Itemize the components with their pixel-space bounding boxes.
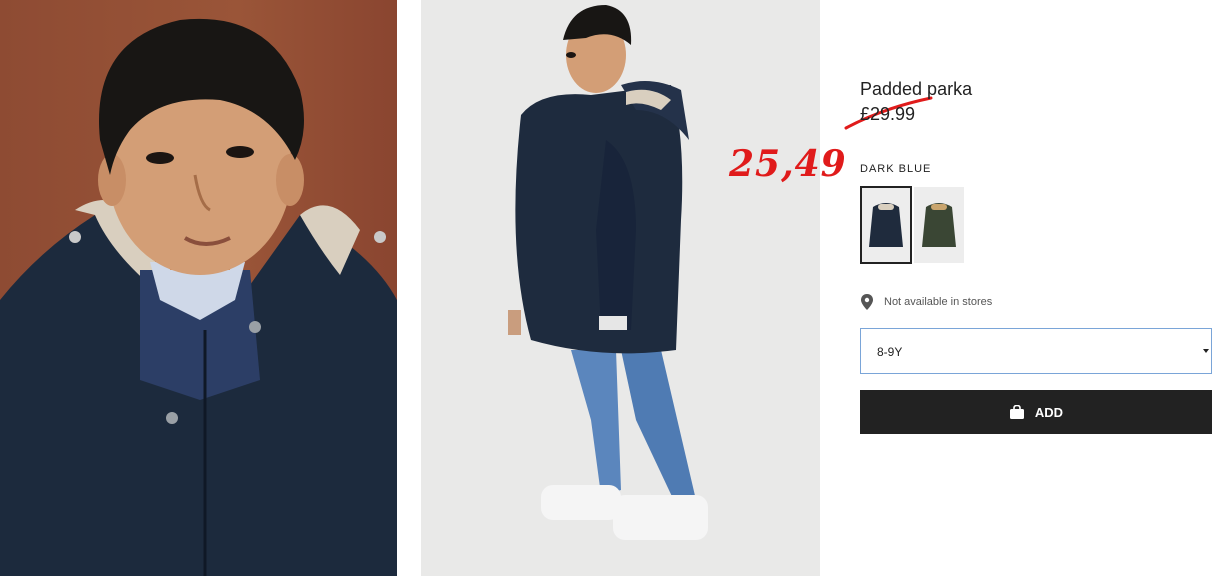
- store-availability: Not available in stores: [860, 294, 992, 310]
- product-title: Padded parka: [860, 79, 973, 99]
- size-select[interactable]: 8-9Y: [860, 328, 1212, 374]
- shopping-bag-icon: [1009, 405, 1024, 419]
- sale-price: 25,49: [729, 143, 847, 185]
- store-availability-text: Not available in stores: [884, 296, 993, 308]
- old-price: £29.99: [860, 104, 916, 124]
- add-button-label: ADD: [1034, 404, 1064, 420]
- product-photo-fullbody[interactable]: [421, 0, 820, 576]
- add-to-bag-button[interactable]: ADD: [860, 390, 1212, 434]
- product-photo-closeup[interactable]: [0, 0, 397, 576]
- location-pin-icon: [861, 294, 873, 310]
- swatch-khaki-green[interactable]: [914, 187, 964, 263]
- swatch-khaki-green-thumbnail: [922, 203, 956, 247]
- closeup-illustration: [0, 18, 397, 576]
- size-select-value: 8-9Y: [877, 345, 903, 359]
- fullbody-illustration: [508, 5, 708, 540]
- swatch-dark-blue[interactable]: [860, 186, 912, 264]
- product-details-panel: Padded parka £29.99 DARK BLUE Not availa…: [860, 0, 1212, 576]
- color-label: DARK BLUE: [860, 163, 932, 175]
- chevron-down-icon: [1203, 349, 1209, 353]
- swatch-dark-blue-thumbnail: [869, 203, 903, 247]
